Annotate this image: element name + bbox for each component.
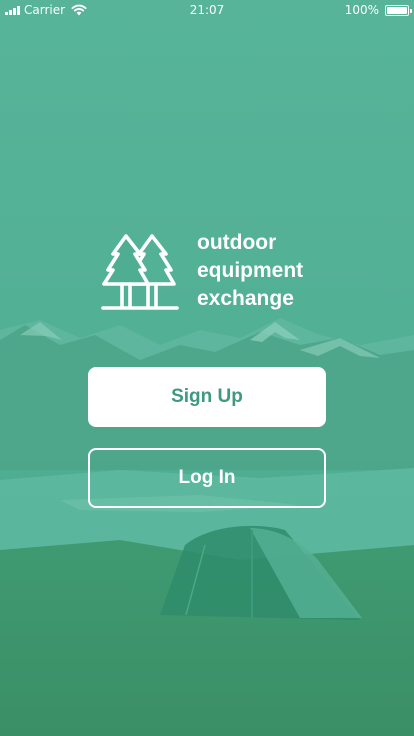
log-in-button[interactable]: Log In xyxy=(88,448,326,508)
status-right: 100% xyxy=(344,0,412,20)
battery-percentage: 100% xyxy=(344,3,379,17)
brand-line-2: equipment xyxy=(197,259,304,282)
pine-trees-icon xyxy=(101,234,179,310)
app-logo: outdoor equipment exchange xyxy=(100,229,340,314)
brand-line-3: exchange xyxy=(197,287,294,310)
brand-line-1: outdoor xyxy=(197,231,277,254)
battery-icon xyxy=(385,4,412,16)
welcome-screen: Carrier 21:07 100% outdoor equipment exc… xyxy=(0,0,414,736)
battery-fill xyxy=(387,6,407,14)
status-bar: Carrier 21:07 100% xyxy=(0,0,414,20)
brand-name: outdoor equipment exchange xyxy=(197,229,303,313)
sign-up-button[interactable]: Sign Up xyxy=(88,367,326,427)
